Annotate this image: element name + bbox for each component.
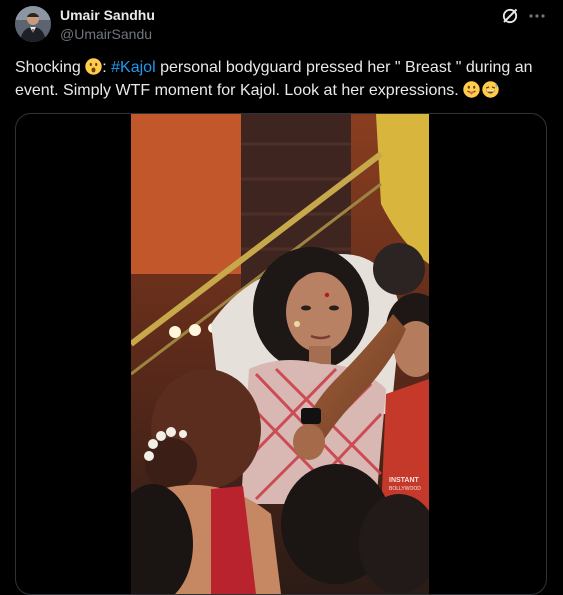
sweat-smile-emoji bbox=[482, 81, 499, 98]
tweet-text-part: : bbox=[102, 59, 112, 76]
author-name[interactable]: Umair Sandhu bbox=[60, 7, 155, 23]
tweet-text-part: Shocking bbox=[15, 59, 86, 76]
avatar-image bbox=[15, 6, 51, 42]
watermark-line2: BOLLYWOOD bbox=[389, 486, 421, 492]
tweet: Umair Sandhu @UmairSandu Shocking : #Kaj… bbox=[0, 0, 563, 595]
author-handle[interactable]: @UmairSandu bbox=[60, 26, 152, 42]
video-frame[interactable]: INSTANT BOLLYWOOD bbox=[131, 114, 429, 594]
more-icon[interactable] bbox=[527, 6, 547, 26]
tweet-text: Shocking : #Kajol personal bodyguard pre… bbox=[15, 56, 555, 102]
grok-icon[interactable] bbox=[500, 6, 520, 26]
avatar[interactable] bbox=[15, 6, 51, 42]
tongue-out-emoji bbox=[463, 81, 480, 98]
astonished-face-emoji bbox=[85, 58, 102, 75]
hashtag-link[interactable]: #Kajol bbox=[111, 59, 155, 76]
video-media[interactable]: INSTANT BOLLYWOOD bbox=[15, 113, 547, 595]
watermark-line1: INSTANT bbox=[389, 477, 420, 484]
